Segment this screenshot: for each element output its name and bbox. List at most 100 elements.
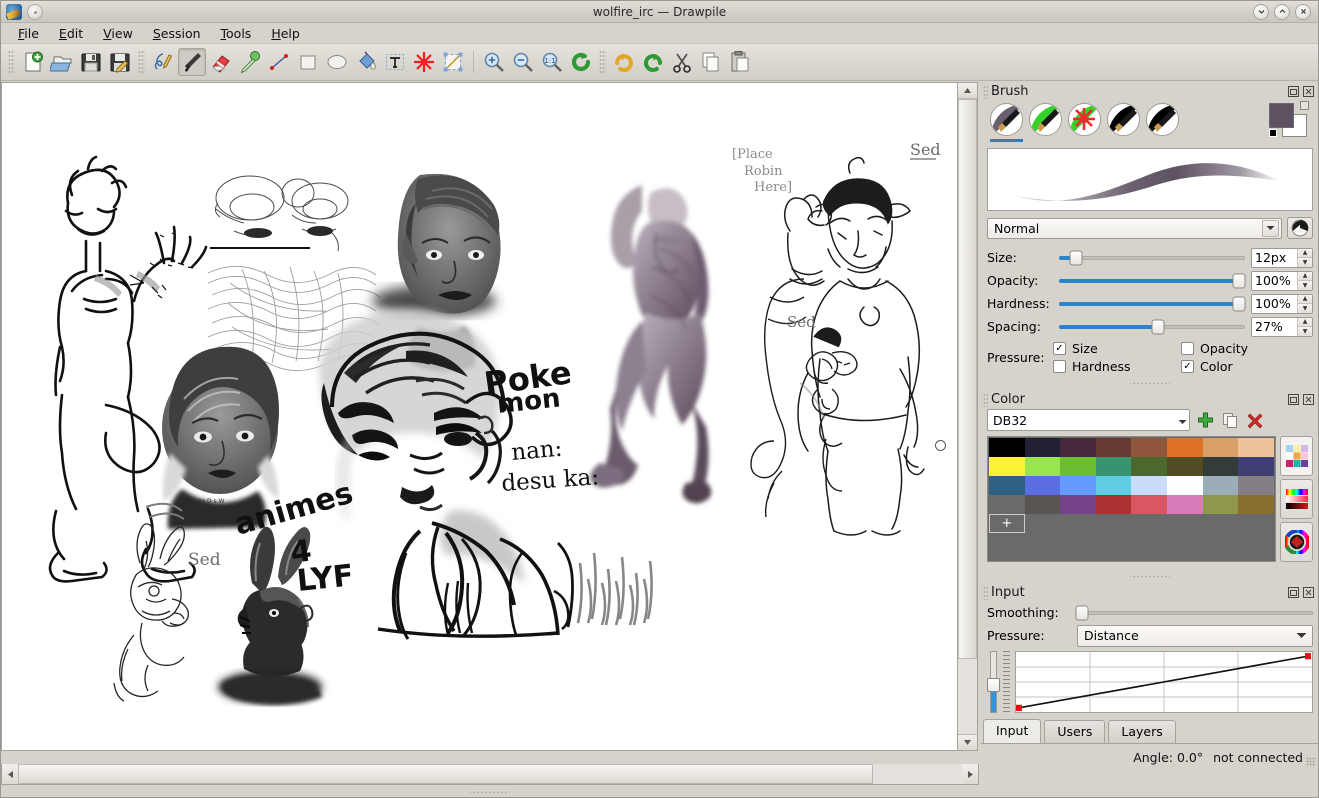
open-document-icon[interactable]	[48, 48, 76, 76]
size-spin-down[interactable]: ▼	[1298, 258, 1312, 267]
rectangle-icon[interactable]	[294, 48, 322, 76]
swatch-1-5[interactable]	[1167, 457, 1203, 476]
pressure-size-checkbox[interactable]: ✓ Size	[1053, 341, 1181, 356]
opacity-slider[interactable]	[1059, 272, 1245, 289]
swatch-2-3[interactable]	[1096, 476, 1132, 495]
size-spinbox[interactable]: 12px ▲▼	[1251, 248, 1313, 268]
brush-dock-grip[interactable]	[983, 85, 988, 99]
laser-pointer-icon[interactable]	[410, 48, 438, 76]
hardness-slider[interactable]	[1059, 295, 1245, 312]
input-dock-float-icon[interactable]	[1287, 586, 1300, 599]
swatch-2-1[interactable]	[1025, 476, 1061, 495]
pressure-opacity-checkbox[interactable]: Opacity	[1181, 341, 1313, 356]
color-wheel-tab[interactable]	[1280, 522, 1313, 562]
swatch-3-6[interactable]	[1203, 495, 1239, 514]
swatch-2-0[interactable]	[989, 476, 1025, 495]
brush-preset-0[interactable]	[990, 103, 1023, 142]
swatch-0-7[interactable]	[1238, 438, 1274, 457]
swatch-1-1[interactable]	[1025, 457, 1061, 476]
color-picker-icon[interactable]	[236, 48, 264, 76]
brush-preset-2[interactable]	[1068, 103, 1101, 142]
swatch-1-0[interactable]	[989, 457, 1025, 476]
spacing-spin-up[interactable]: ▲	[1298, 318, 1312, 327]
spacing-slider[interactable]	[1059, 318, 1245, 335]
swatch-2-6[interactable]	[1203, 476, 1239, 495]
swatch-0-4[interactable]	[1131, 438, 1167, 457]
gradient-sliders-tab[interactable]	[1280, 479, 1313, 519]
horizontal-scroll-track[interactable]	[18, 764, 962, 784]
size-slider[interactable]	[1059, 249, 1245, 266]
new-document-icon[interactable]	[19, 48, 47, 76]
delete-palette-icon[interactable]	[1245, 410, 1265, 430]
vertical-scroll-thumb[interactable]	[958, 99, 977, 659]
freehand-pen-icon[interactable]	[149, 48, 177, 76]
swatch-0-5[interactable]	[1167, 438, 1203, 457]
menu-help[interactable]: Help	[262, 24, 309, 43]
blend-mode-select[interactable]: Normal	[987, 218, 1282, 239]
hardness-spin-down[interactable]: ▼	[1298, 304, 1312, 313]
input-dock-grip[interactable]	[983, 586, 988, 600]
spacing-spinbox[interactable]: 27% ▲▼	[1251, 317, 1313, 337]
cut-icon[interactable]	[668, 48, 696, 76]
menu-file[interactable]: File	[9, 24, 48, 43]
horizontal-scroll-thumb[interactable]	[18, 764, 873, 784]
swatch-1-7[interactable]	[1238, 457, 1274, 476]
canvas-dock-grip[interactable]	[470, 788, 510, 797]
close-button[interactable]	[1295, 4, 1311, 20]
paste-icon[interactable]	[726, 48, 754, 76]
artboard[interactable]: Poke mon nan: desu ka:	[2, 83, 957, 750]
smoothing-slider[interactable]	[1077, 604, 1313, 621]
color-dock-grip[interactable]	[983, 393, 988, 407]
swatch-0-2[interactable]	[1060, 438, 1096, 457]
window-menu-icon[interactable]	[27, 4, 43, 20]
canvas-horizontal-scrollbar[interactable]	[1, 764, 979, 785]
foreground-color-swatch[interactable]	[1269, 103, 1294, 128]
minimize-button[interactable]	[1253, 4, 1269, 20]
menu-tools[interactable]: Tools	[212, 24, 261, 43]
brush-preset-4[interactable]	[1146, 103, 1179, 142]
foreground-background-color-swatch[interactable]	[1269, 103, 1309, 137]
swatch-1-6[interactable]	[1203, 457, 1239, 476]
brush-preset-1[interactable]	[1029, 103, 1062, 142]
palette-select[interactable]: DB32	[987, 409, 1190, 431]
scroll-down-button[interactable]	[958, 734, 977, 750]
pressure-mode-select[interactable]: Distance	[1077, 625, 1313, 647]
ellipse-icon[interactable]	[323, 48, 351, 76]
copy-icon[interactable]	[697, 48, 725, 76]
brush-color-dock-splitter[interactable]	[1130, 379, 1170, 388]
swatch-0-3[interactable]	[1096, 438, 1132, 457]
swatch-1-4[interactable]	[1131, 457, 1167, 476]
pressure-color-checkbox[interactable]: ✓ Color	[1181, 359, 1313, 374]
swatch-3-4[interactable]	[1131, 495, 1167, 514]
swatch-3-3[interactable]	[1096, 495, 1132, 514]
brush-icon[interactable]	[178, 48, 206, 76]
canvas-vertical-scrollbar[interactable]	[957, 82, 978, 751]
palette-chevron-down-icon[interactable]	[1178, 413, 1187, 428]
input-dock-close-icon[interactable]	[1302, 586, 1315, 599]
swatch-3-7[interactable]	[1238, 495, 1274, 514]
zoom-original-icon[interactable]: 1:1	[538, 48, 566, 76]
add-palette-icon[interactable]	[1195, 410, 1215, 430]
pressure-meter-handle[interactable]	[987, 678, 1000, 692]
menu-session[interactable]: Session	[144, 24, 210, 43]
reset-colors-icon[interactable]	[1269, 129, 1277, 137]
chevron-down-icon[interactable]	[1262, 220, 1279, 237]
pressure-hardness-checkbox[interactable]: Hardness	[1053, 359, 1181, 374]
color-input-dock-splitter[interactable]	[1130, 572, 1170, 581]
duplicate-palette-icon[interactable]	[1220, 410, 1240, 430]
scroll-right-button[interactable]	[962, 764, 978, 784]
swatch-0-6[interactable]	[1203, 438, 1239, 457]
eraser-icon[interactable]	[207, 48, 235, 76]
swatch-1-2[interactable]	[1060, 457, 1096, 476]
pressure-meter[interactable]	[987, 651, 998, 713]
toolbar-grip-2[interactable]	[138, 50, 145, 74]
swatch-2-2[interactable]	[1060, 476, 1096, 495]
pressure-response-curve[interactable]	[1015, 651, 1313, 713]
resize-grip[interactable]	[1306, 757, 1316, 767]
color-dock-float-icon[interactable]	[1287, 393, 1300, 406]
color-dock-close-icon[interactable]	[1302, 393, 1315, 406]
scroll-left-button[interactable]	[2, 764, 18, 784]
swatch-3-5[interactable]	[1167, 495, 1203, 514]
eraser-mode-toggle[interactable]	[1287, 217, 1313, 239]
toolbar-grip-3[interactable]	[599, 50, 606, 74]
